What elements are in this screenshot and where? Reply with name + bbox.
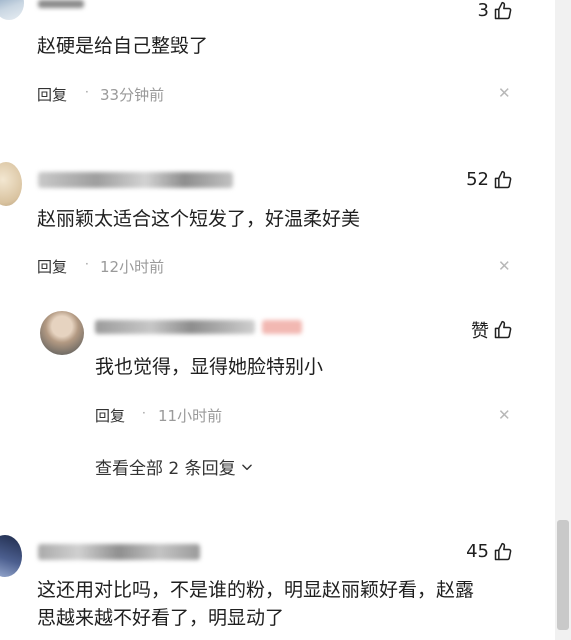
thumbs-up-icon [494, 542, 512, 560]
comment-text-line-2: 思越来越不好看了，明显动了 [37, 607, 285, 629]
expand-replies-button[interactable]: 查看全部 2 条回复 [95, 454, 254, 479]
avatar[interactable] [40, 311, 84, 355]
reply-button[interactable]: 回复 [37, 84, 67, 105]
comment-time: 33分钟前 [100, 86, 165, 104]
username-redacted [95, 320, 255, 334]
like-count: 52 [466, 169, 489, 190]
username-redacted [38, 544, 200, 560]
separator-dot: · [142, 406, 146, 420]
comment-text-line-1: 这还用对比吗，不是谁的粉，明显赵丽颖好看，赵露 [37, 579, 475, 601]
reply-button[interactable]: 回复 [95, 405, 125, 426]
like-button[interactable]: 3 [478, 0, 513, 21]
like-count: 3 [477, 0, 489, 21]
username-redacted [38, 172, 233, 188]
avatar[interactable] [0, 0, 24, 20]
expand-replies-label: 查看全部 2 条回复 [95, 459, 236, 479]
user-badge [262, 320, 302, 334]
reply-time: 11小时前 [158, 407, 223, 425]
like-button[interactable]: 45 [466, 541, 513, 562]
avatar[interactable] [0, 535, 22, 577]
comment-time: 12小时前 [100, 258, 165, 276]
comment-text: 赵丽颖太适合这个短发了，好温柔好美 [37, 208, 361, 230]
reply-button[interactable]: 回复 [37, 256, 67, 277]
scrollbar-track[interactable] [555, 0, 571, 640]
chevron-down-icon [241, 464, 252, 470]
like-button[interactable]: 52 [466, 169, 513, 190]
thumbs-up-icon [494, 320, 512, 339]
thumbs-up-icon [494, 170, 512, 188]
username-redacted [38, 0, 84, 8]
like-count: 45 [466, 541, 489, 562]
reply-text: 我也觉得，显得她脸特别小 [95, 356, 324, 378]
comment-text: 赵硬是给自己整毁了 [37, 35, 209, 57]
close-icon[interactable]: ✕ [498, 406, 511, 424]
like-button[interactable]: 赞 [471, 317, 513, 343]
separator-dot: · [85, 85, 89, 99]
close-icon[interactable]: ✕ [498, 257, 511, 275]
like-label: 赞 [471, 321, 489, 342]
close-icon[interactable]: ✕ [498, 84, 511, 102]
separator-dot: · [85, 257, 89, 271]
avatar[interactable] [0, 162, 22, 206]
thumbs-up-icon [494, 1, 512, 19]
scrollbar-thumb[interactable] [557, 520, 569, 630]
